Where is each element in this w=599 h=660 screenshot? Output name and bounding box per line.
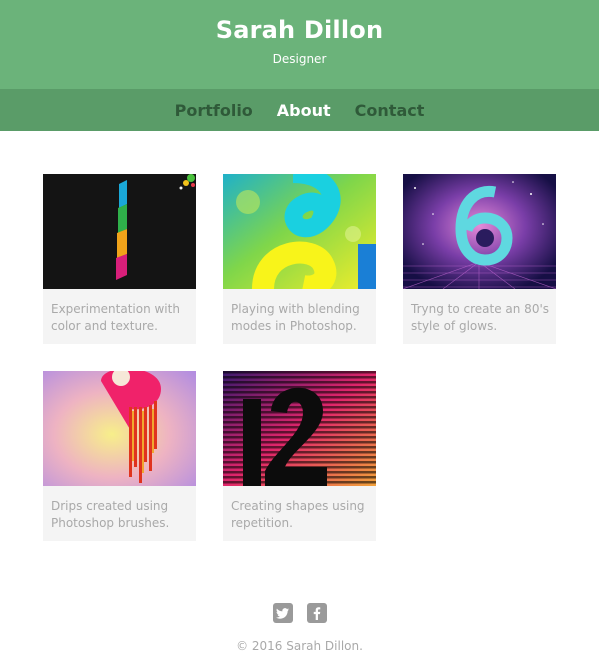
nav-contact[interactable]: Contact (355, 101, 425, 120)
portfolio-item[interactable]: Playing with blending modes in Photoshop… (223, 174, 376, 344)
portfolio-item[interactable]: Tryng to create an 80's style of glows. (403, 174, 556, 344)
portfolio-caption: Playing with blending modes in Photoshop… (231, 302, 360, 333)
site-header: Sarah Dillon Designer (0, 0, 599, 89)
striped-twelve-artwork (223, 371, 376, 486)
blended-number-artwork (223, 174, 376, 289)
main-nav: Portfolio About Contact (0, 89, 599, 131)
twitter-icon[interactable] (272, 603, 293, 623)
nav-portfolio[interactable]: Portfolio (175, 101, 253, 120)
portfolio-caption: Tryng to create an 80's style of glows. (411, 302, 549, 333)
copyright-text: © 2016 Sarah Dillon. (236, 639, 363, 653)
glowing-six-artwork (403, 174, 556, 289)
social-links (0, 603, 599, 623)
portfolio-item[interactable]: Drips created using Photoshop brushes. (43, 371, 196, 541)
portfolio-caption: Experimentation with color and texture. (51, 302, 180, 333)
nav-about[interactable]: About (277, 101, 331, 120)
portfolio-item[interactable]: Creating shapes using repetition. (223, 371, 376, 541)
portfolio-item[interactable]: Experimentation with color and texture. (43, 174, 196, 344)
dripping-nine-artwork (43, 371, 196, 486)
colorful-stripe-artwork (43, 174, 196, 289)
portfolio-caption: Creating shapes using repetition. (231, 499, 365, 530)
site-title: Sarah Dillon (215, 16, 384, 44)
portfolio-caption: Drips created using Photoshop brushes. (51, 499, 170, 530)
facebook-icon[interactable] (306, 603, 327, 623)
site-subtitle: Designer (272, 52, 327, 66)
